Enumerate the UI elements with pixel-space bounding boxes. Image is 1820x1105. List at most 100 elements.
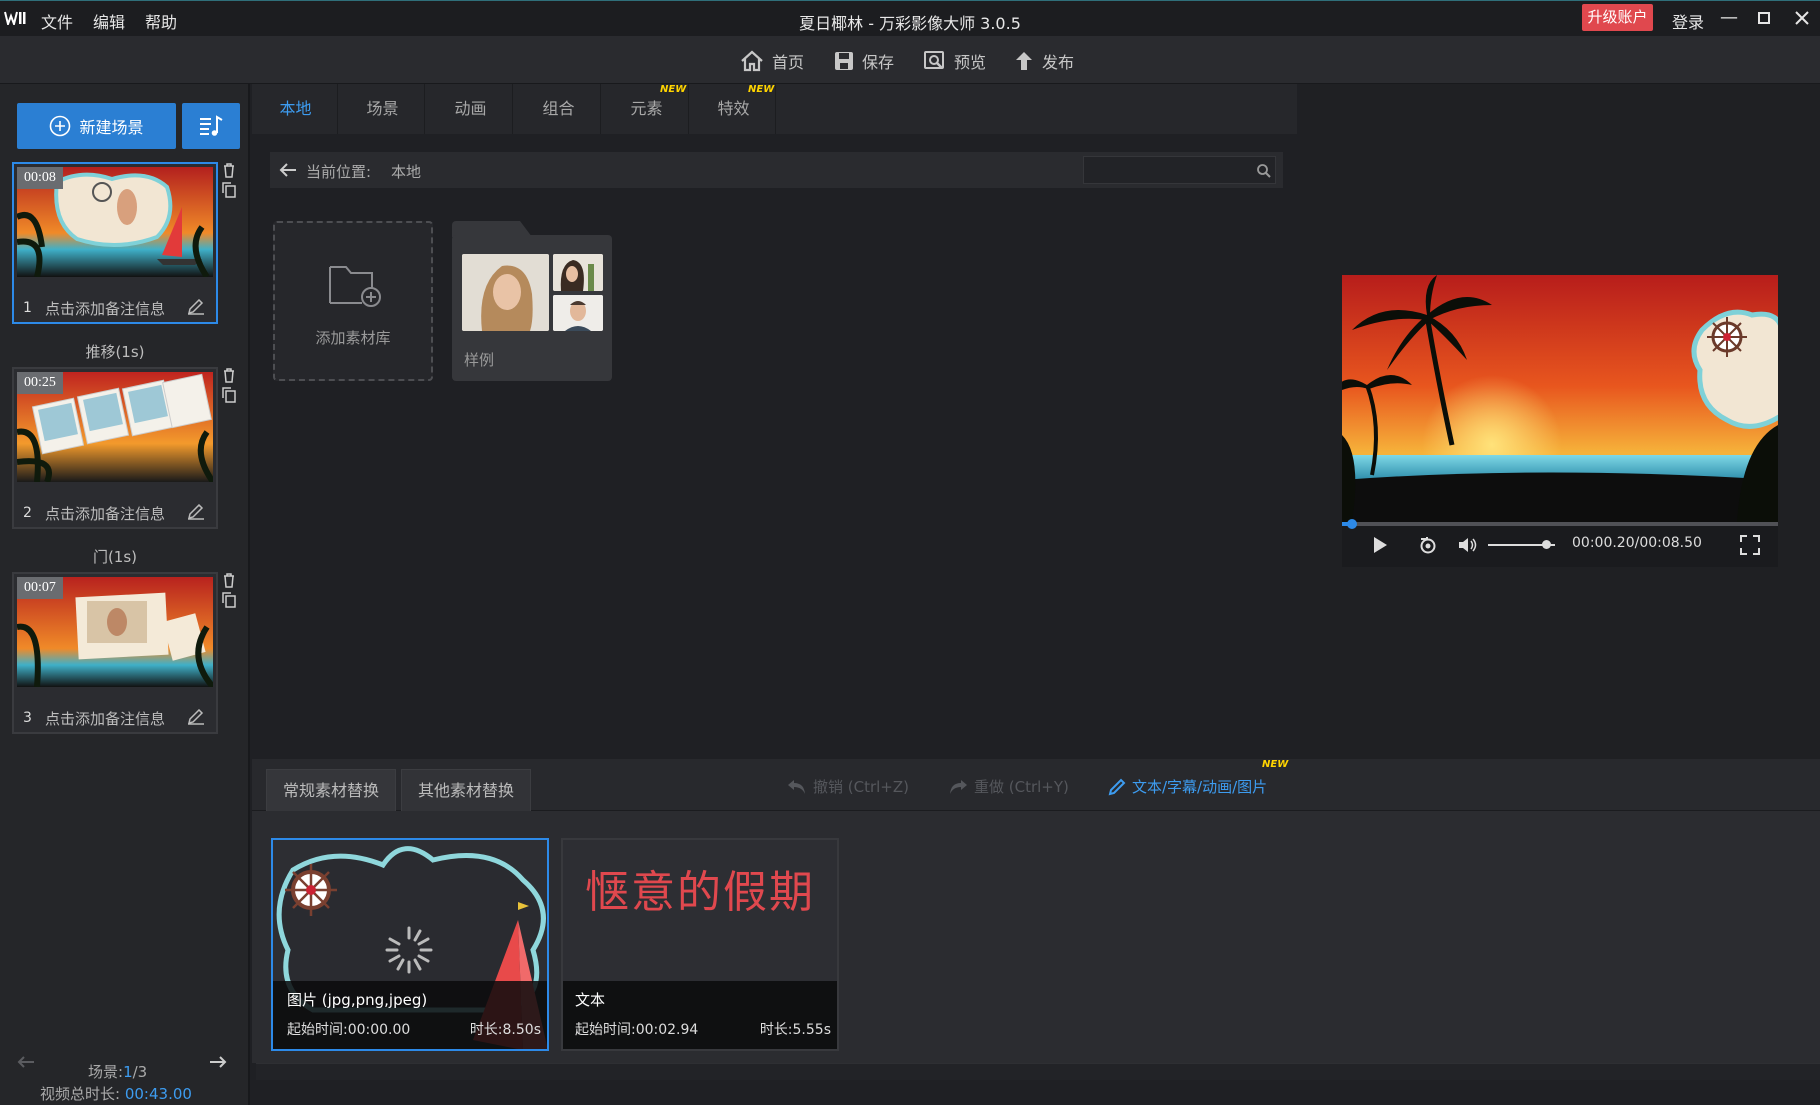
redo-button[interactable]: 重做 (Ctrl+Y): [948, 776, 1069, 797]
tab-animation[interactable]: 动画: [429, 84, 513, 134]
playback-time: 00:00.20/00:08.50: [1572, 535, 1702, 551]
maximize-icon[interactable]: [1750, 5, 1778, 31]
volume-knob[interactable]: [1541, 540, 1551, 549]
music-settings-button[interactable]: [182, 103, 240, 149]
scene-note[interactable]: 点击添加备注信息: [45, 708, 165, 729]
total-duration: 视频总时长: 00:43.00: [40, 1083, 192, 1104]
scene-total: /3: [132, 1063, 148, 1081]
new-badge: NEW: [1262, 759, 1289, 770]
edit-note-icon[interactable]: [187, 709, 205, 725]
save-button[interactable]: 保存: [834, 48, 894, 74]
text-replace-card[interactable]: 惬意的假期 文本 起始时间:00:02.94 时长:5.55s: [561, 838, 839, 1051]
scene-number: 2: [23, 505, 32, 521]
edit-note-icon[interactable]: [187, 504, 205, 520]
scene-counter: 场景:1/3: [88, 1061, 147, 1082]
scene-number: 1: [23, 300, 32, 316]
save-icon: [834, 51, 854, 71]
asset-type: 图片 (jpg,png,jpeg): [287, 991, 428, 1009]
trash-icon[interactable]: [222, 367, 236, 383]
add-library-button[interactable]: 添加素材库: [273, 221, 433, 381]
scene-navigator: 场景:1/3 视频总时长: 00:43.00: [0, 1050, 248, 1105]
total-duration-label: 视频总时长:: [40, 1085, 121, 1103]
home-icon: [740, 50, 764, 72]
sample-thumbnail: [553, 295, 603, 331]
search-input[interactable]: [1083, 156, 1276, 184]
preview-icon: [924, 51, 946, 71]
replay-icon[interactable]: [1418, 535, 1438, 555]
publish-button[interactable]: 发布: [1014, 48, 1074, 74]
new-scene-label: 新建场景: [79, 118, 144, 137]
replace-tabs: 常规素材替换 其他素材替换 撤销 (Ctrl+Z) 重做 (Ctrl+Y) 文本…: [252, 759, 1820, 811]
total-duration-value: 00:43.00: [124, 1085, 192, 1103]
start-time: 起始时间:00:02.94: [575, 1022, 699, 1038]
scene-duration: 00:25: [17, 372, 63, 394]
scene-panel: 新建场景 00:08 1 点击添加备注信息 推移(1s) 00:25 2 点击添…: [0, 84, 250, 1105]
copy-icon[interactable]: [222, 592, 236, 608]
play-icon[interactable]: [1372, 536, 1388, 554]
card-caption: 文本 起始时间:00:02.94 时长:5.55s: [563, 981, 837, 1049]
new-badge: NEW: [748, 84, 775, 95]
music-list-icon: [198, 114, 224, 138]
undo-icon: [787, 779, 807, 795]
search-icon[interactable]: [1256, 163, 1272, 179]
duration: 时长:8.50s: [469, 1022, 541, 1038]
add-library-label: 添加素材库: [315, 329, 391, 347]
copy-icon[interactable]: [222, 387, 236, 403]
sample-folder[interactable]: 样例: [452, 235, 612, 381]
trash-icon[interactable]: [222, 572, 236, 588]
tab-scene[interactable]: 场景: [341, 84, 425, 134]
copy-icon[interactable]: [222, 182, 236, 198]
title-bar: 文件 编辑 帮助 夏日椰林 - 万彩影像大师 3.0.5 升级账户 登录 —: [0, 0, 1820, 36]
scene-duration: 00:07: [17, 577, 63, 599]
text-preview: 惬意的假期: [585, 867, 815, 918]
back-arrow-icon[interactable]: [278, 162, 298, 178]
preview-button[interactable]: 预览: [924, 48, 986, 74]
sample-thumbnail: [462, 254, 549, 331]
tab-combo[interactable]: 组合: [517, 84, 601, 134]
player-controls: 00:00.20/00:08.50: [1342, 522, 1778, 567]
scene-current: 1: [123, 1063, 133, 1081]
location-label: 当前位置:: [306, 163, 372, 181]
upgrade-account-button[interactable]: 升级账户: [1582, 4, 1653, 31]
card-caption: 图片 (jpg,png,jpeg) 起始时间:00:00.00 时长:8.50s: [273, 981, 547, 1049]
login-button[interactable]: 登录: [1672, 9, 1704, 33]
new-badge: NEW: [660, 84, 687, 95]
tab-other-replace[interactable]: 其他素材替换: [401, 769, 532, 811]
scene-note[interactable]: 点击添加备注信息: [45, 503, 165, 524]
publish-label: 发布: [1042, 53, 1075, 72]
transition-label[interactable]: 推移(1s): [0, 341, 230, 362]
location-value: 本地: [391, 163, 422, 181]
text-edit-label: 文本/字幕/动画/图片: [1132, 778, 1268, 796]
redo-label: 重做 (Ctrl+Y): [974, 778, 1069, 796]
prev-scene-arrow-icon[interactable]: [16, 1055, 36, 1069]
scene-card[interactable]: 00:25 2 点击添加备注信息: [12, 367, 218, 529]
scene-card[interactable]: 00:07 3 点击添加备注信息: [12, 572, 218, 734]
next-scene-arrow-icon[interactable]: [208, 1055, 228, 1069]
undo-button[interactable]: 撤销 (Ctrl+Z): [787, 776, 909, 797]
horizontal-scrollbar[interactable]: [256, 1063, 1820, 1080]
video-preview[interactable]: [1342, 275, 1778, 522]
home-button[interactable]: 首页: [740, 48, 804, 74]
fullscreen-icon[interactable]: [1740, 535, 1760, 555]
new-scene-button[interactable]: 新建场景: [17, 103, 176, 149]
undo-label: 撤销 (Ctrl+Z): [813, 778, 910, 796]
sample-thumbnail: [553, 254, 603, 291]
image-replace-card[interactable]: 图片 (jpg,png,jpeg) 起始时间:00:00.00 时长:8.50s: [271, 838, 549, 1051]
scene-counter-label: 场景:: [88, 1063, 124, 1081]
edit-note-icon[interactable]: [187, 299, 205, 315]
close-icon[interactable]: [1788, 5, 1816, 31]
asset-type: 文本: [575, 991, 606, 1009]
text-subtitle-edit-button[interactable]: 文本/字幕/动画/图片: [1108, 776, 1267, 797]
trash-icon[interactable]: [222, 162, 236, 178]
tab-regular-replace[interactable]: 常规素材替换: [266, 769, 397, 811]
scene-card[interactable]: 00:08 1 点击添加备注信息: [12, 162, 218, 324]
volume-slider[interactable]: [1488, 540, 1555, 549]
minimize-icon[interactable]: —: [1715, 5, 1743, 31]
transition-label[interactable]: 门(1s): [0, 546, 230, 567]
playback-progress-bar[interactable]: [1342, 519, 1778, 529]
scene-note[interactable]: 点击添加备注信息: [45, 298, 165, 319]
tab-local[interactable]: 本地: [254, 84, 338, 134]
replace-panel: 图片 (jpg,png,jpeg) 起始时间:00:00.00 时长:8.50s…: [252, 811, 1820, 1063]
volume-icon[interactable]: [1458, 536, 1478, 554]
plus-circle-icon: [49, 115, 71, 137]
